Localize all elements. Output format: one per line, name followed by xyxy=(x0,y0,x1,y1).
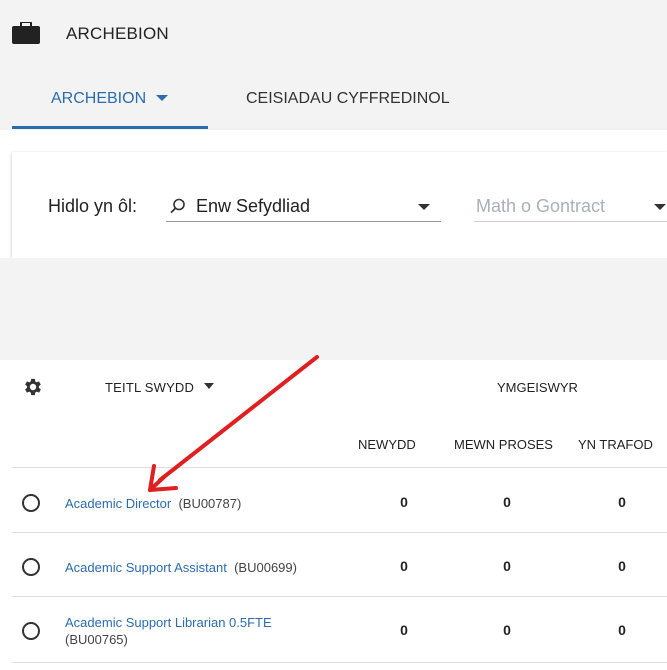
column-header-job-title-label: TEITL SWYDD xyxy=(105,380,195,395)
table-row: Academic Support Librarian 0.5FTE (BU0076… xyxy=(12,597,667,661)
app-title: ARCHEBION xyxy=(66,24,169,43)
organisation-select-value: Enw Sefydliad xyxy=(196,196,311,216)
chevron-down-icon xyxy=(418,204,430,210)
job-code: (BU00699) xyxy=(234,560,297,575)
jobs-table: TEITL SWYDD YMGEISWYR NEWYDD MEWN PROSES… xyxy=(12,360,667,670)
column-header-job-title[interactable]: TEITL SWYDD xyxy=(105,380,215,395)
page-background xyxy=(0,258,667,360)
count-new: 0 xyxy=(400,558,408,574)
job-title-link[interactable]: Academic Support Assistant (BU00699) xyxy=(65,559,297,576)
column-header-discussing: YN TRAFOD xyxy=(578,437,653,452)
job-code: (BU00787) xyxy=(178,496,242,511)
chevron-down-icon xyxy=(156,95,169,101)
count-discussing: 0 xyxy=(618,558,626,574)
count-new: 0 xyxy=(400,494,408,510)
app-header: ARCHEBION ARCHEBION CEISIADAU CYFFREDINO… xyxy=(0,0,667,130)
briefcase-icon xyxy=(12,22,40,44)
job-title-link[interactable]: Academic Support Librarian 0.5FTE (BU0076… xyxy=(65,614,325,648)
column-group-applicants: YMGEISWYR xyxy=(497,380,578,395)
row-divider xyxy=(12,662,667,663)
filter-label: Hidlo yn ôl: xyxy=(48,196,138,216)
count-in-process: 0 xyxy=(503,622,511,638)
job-title: Academic Director xyxy=(65,496,172,511)
count-in-process: 0 xyxy=(503,494,511,510)
organisation-select[interactable]: Enw Sefydliad xyxy=(166,188,441,222)
tab-general-applications[interactable]: CEISIADAU CYFFREDINOL xyxy=(246,90,450,108)
tab-general-applications-label: CEISIADAU CYFFREDINOL xyxy=(246,90,450,107)
row-select-radio[interactable] xyxy=(22,622,40,640)
count-new: 0 xyxy=(400,622,408,638)
column-header-new: NEWYDD xyxy=(358,437,416,452)
job-title: Academic Support Librarian 0.5FTE xyxy=(65,615,272,630)
count-in-process: 0 xyxy=(503,558,511,574)
tab-archebion-label: ARCHEBION xyxy=(51,90,147,107)
count-discussing: 0 xyxy=(618,622,626,638)
job-title: Academic Support Assistant xyxy=(65,560,227,575)
row-select-radio[interactable] xyxy=(22,494,40,512)
filter-panel: Hidlo yn ôl: Enw Sefydliad Math o Gontra… xyxy=(12,152,667,258)
chevron-down-icon xyxy=(654,204,666,210)
contract-type-select[interactable]: Math o Gontract xyxy=(474,188,667,222)
search-icon xyxy=(170,198,185,214)
table-row: Academic Director (BU00787) 0 0 0 xyxy=(12,468,667,532)
job-code: (BU00765) xyxy=(65,632,128,647)
row-select-radio[interactable] xyxy=(22,558,40,576)
sort-caret-icon xyxy=(204,383,215,389)
job-title-link[interactable]: Academic Director (BU00787) xyxy=(65,495,241,512)
gear-icon[interactable] xyxy=(22,376,44,398)
table-row: Academic Support Assistant (BU00699) 0 0… xyxy=(12,533,667,597)
count-discussing: 0 xyxy=(618,494,626,510)
active-tab-indicator xyxy=(12,126,208,129)
column-header-in-process: MEWN PROSES xyxy=(454,437,553,452)
contract-type-placeholder: Math o Gontract xyxy=(476,196,606,216)
tab-archebion[interactable]: ARCHEBION xyxy=(51,90,169,108)
